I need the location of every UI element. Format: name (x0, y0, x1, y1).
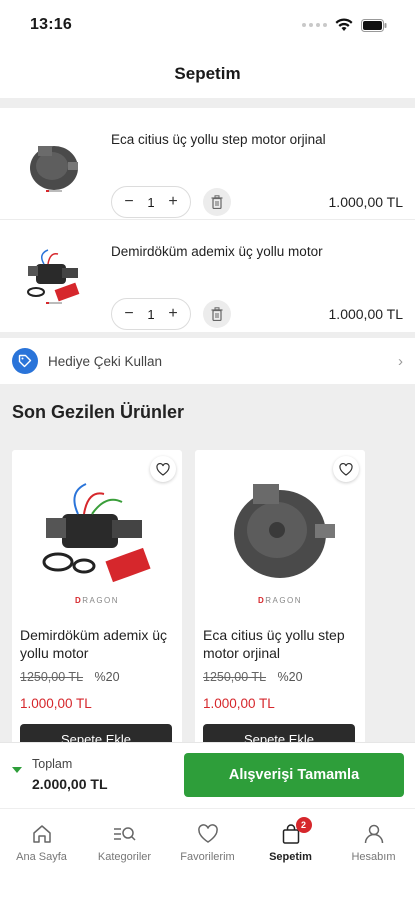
price-row: 1250,00 TL %20 (20, 670, 120, 684)
product-card[interactable]: DRAGON Eca citius üç yollu step motor or… (195, 450, 365, 750)
cart-item-price: 1.000,00 TL (328, 194, 403, 210)
discount-badge: %20 (94, 670, 120, 684)
wifi-icon (335, 18, 353, 31)
old-price: 1250,00 TL (203, 670, 267, 684)
quantity-value: 1 (147, 306, 155, 322)
cart-count-badge: 2 (295, 817, 312, 833)
status-time: 13:16 (30, 16, 72, 33)
heart-icon (339, 462, 353, 476)
increase-button[interactable]: + (164, 193, 182, 211)
heart-icon (195, 821, 221, 847)
cart-item-name[interactable]: Demirdöküm ademix üç yollu motor (111, 244, 323, 259)
discount-badge: %20 (277, 670, 303, 684)
bag-icon: 2 (278, 817, 312, 847)
brand-logo: DRAGON (257, 596, 303, 605)
bottom-tab-bar: Ana Sayfa Kategoriler Favorilerim 2 Sepe… (0, 808, 415, 900)
home-icon (29, 821, 55, 847)
trash-icon (211, 307, 223, 321)
gift-voucher-label: Hediye Çeki Kullan (48, 353, 163, 369)
tag-icon (12, 348, 38, 374)
status-bar: 13:16 (0, 0, 415, 50)
categories-icon (112, 821, 138, 847)
product-name[interactable]: Eca citius üç yollu step motor orjinal (203, 626, 359, 662)
decrease-button[interactable]: − (120, 305, 138, 323)
price-row: 1250,00 TL %20 (203, 670, 303, 684)
checkout-button[interactable]: Alışverişi Tamamla (184, 753, 404, 797)
trash-icon (211, 195, 223, 209)
product-image[interactable] (22, 474, 172, 592)
heart-icon (156, 462, 170, 476)
recent-products-title: Son Gezilen Ürünler (12, 402, 185, 422)
brand-logo: DRAGON (74, 596, 120, 605)
tab-favorites[interactable]: Favorilerim (166, 809, 249, 900)
delete-button[interactable] (203, 300, 231, 328)
quantity-stepper: − 1 + (111, 298, 191, 330)
product-image[interactable] (14, 126, 94, 206)
page-header: Sepetim (0, 50, 415, 98)
expand-total-icon[interactable] (12, 767, 22, 773)
cart-item-name[interactable]: Eca citius üç yollu step motor orjinal (111, 132, 326, 147)
quantity-stepper: − 1 + (111, 186, 191, 218)
cart-content[interactable]: Eca citius üç yollu step motor orjinal −… (0, 98, 415, 750)
product-image[interactable] (14, 238, 94, 318)
cart-item-price: 1.000,00 TL (328, 306, 403, 322)
favorite-button[interactable] (150, 456, 176, 482)
tab-cart[interactable]: 2 Sepetim (249, 809, 332, 900)
decrease-button[interactable]: − (120, 193, 138, 211)
favorite-button[interactable] (333, 456, 359, 482)
gift-voucher-row[interactable]: Hediye Çeki Kullan › (0, 338, 415, 384)
delete-button[interactable] (203, 188, 231, 216)
page-title: Sepetim (174, 64, 241, 83)
status-icons (302, 18, 387, 32)
total-label: Toplam (32, 757, 73, 771)
cart-item: Demirdöküm ademix üç yollu motor − 1 + 1… (0, 220, 415, 332)
tab-categories[interactable]: Kategoriler (83, 809, 166, 900)
battery-icon (361, 18, 387, 32)
product-name[interactable]: Demirdöküm ademix üç yollu motor (20, 626, 176, 662)
increase-button[interactable]: + (164, 305, 182, 323)
total-value: 2.000,00 TL (32, 776, 108, 792)
tab-account[interactable]: Hesabım (332, 809, 415, 900)
tab-home[interactable]: Ana Sayfa (0, 809, 83, 900)
cart-list: Eca citius üç yollu step motor orjinal −… (0, 108, 415, 332)
product-card[interactable]: DRAGON Demirdöküm ademix üç yollu motor … (12, 450, 182, 750)
old-price: 1250,00 TL (20, 670, 84, 684)
user-icon (361, 821, 387, 847)
quantity-value: 1 (147, 194, 155, 210)
product-price: 1.000,00 TL (203, 696, 275, 711)
product-image[interactable] (205, 474, 355, 592)
cart-item: Eca citius üç yollu step motor orjinal −… (0, 108, 415, 220)
signal-icon (302, 23, 327, 27)
checkout-bar: Toplam 2.000,00 TL Alışverişi Tamamla (0, 742, 415, 808)
product-price: 1.000,00 TL (20, 696, 92, 711)
chevron-right-icon: › (398, 352, 403, 370)
